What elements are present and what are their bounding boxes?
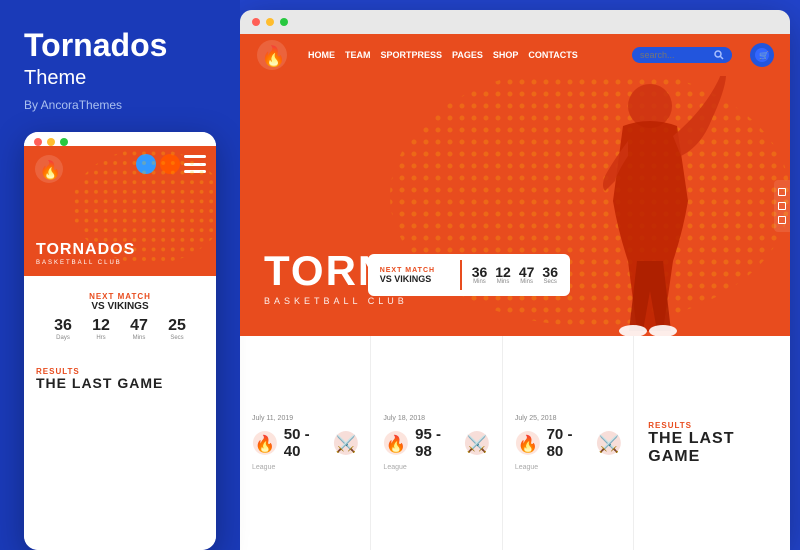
mobile-countdown: 36 Days 12 Hrs 47 Mins 25 Secs — [44, 318, 196, 341]
left-panel: Tornados Theme By AncoraThemes 🔥 — [0, 0, 240, 550]
nav-sportpress[interactable]: SPORTPRESS — [381, 50, 443, 60]
mobile-hero: 🔥 TORNADOS BASKE — [24, 146, 216, 276]
dot-yellow — [47, 138, 55, 146]
side-dot-2 — [778, 202, 786, 210]
rlc-label: RESULTS — [648, 421, 776, 430]
mobile-hero-sub: BASKETBALL CLUB — [36, 260, 204, 266]
mobile-count-secs: 25 Secs — [168, 318, 186, 341]
rc-score-1: 50 - 40 — [284, 426, 327, 460]
hnm-count-0: 36 Mins — [472, 265, 488, 285]
desktop-nav-items: HOME TEAM SPORTPRESS PAGES SHOP CONTACTS — [308, 50, 620, 60]
hnm-text: NEXT MATCH VS VIKINGS — [380, 267, 450, 284]
rc-date-1: July 11, 2019 — [252, 415, 358, 422]
dt-dot-red — [252, 18, 260, 26]
desktop-search[interactable] — [632, 47, 732, 63]
rc-score-row-1: 🔥 50 - 40 ⚔️ — [252, 426, 358, 460]
side-dot-1 — [778, 188, 786, 196]
result-card-2: July 18, 2018 🔥 95 - 98 ⚔️ League — [371, 336, 502, 550]
search-input[interactable] — [640, 50, 710, 60]
mobile-menu-icon[interactable] — [184, 155, 206, 173]
mobile-flame-logo: 🔥 — [34, 154, 64, 184]
hnm-vs: VS VIKINGS — [380, 274, 450, 284]
desktop-nav: 🔥 HOME TEAM SPORTPRESS PAGES SHOP CONTAC… — [240, 34, 790, 76]
brand-by: By AncoraThemes — [24, 98, 216, 112]
mobile-results-title: THE LAST GAME — [36, 376, 204, 391]
svg-text:🔥: 🔥 — [261, 44, 286, 68]
rc-logo-viking-3: ⚔️ — [596, 429, 622, 457]
svg-text:🔥: 🔥 — [518, 434, 539, 453]
side-dots — [774, 180, 790, 232]
desktop-browser-content: 🔥 HOME TEAM SPORTPRESS PAGES SHOP CONTAC… — [240, 34, 790, 550]
result-card-3: July 25, 2018 🔥 70 - 80 ⚔️ League — [503, 336, 634, 550]
nav-contacts[interactable]: CONTACTS — [528, 50, 577, 60]
mobile-top-bar — [24, 132, 216, 146]
hero-player — [550, 76, 750, 336]
desktop-hero: TORNADOS BASKETBALL CLUB NEXT MATCH VS V… — [240, 76, 790, 336]
brand-title: Tornados — [24, 28, 216, 63]
rc-category-3: League — [515, 464, 621, 471]
svg-text:🔥: 🔥 — [255, 434, 276, 453]
rc-score-row-3: 🔥 70 - 80 ⚔️ — [515, 426, 621, 460]
mobile-icon-orange — [160, 154, 180, 174]
svg-text:🔥: 🔥 — [39, 159, 61, 180]
rc-score-2: 95 - 98 — [415, 426, 458, 460]
nav-home[interactable]: HOME — [308, 50, 335, 60]
dt-dot-yellow — [266, 18, 274, 26]
rc-logo-viking-1: ⚔️ — [333, 429, 359, 457]
mobile-count-hrs: 12 Hrs — [92, 318, 110, 341]
desktop-results-row: July 11, 2019 🔥 50 - 40 ⚔️ League — [240, 336, 790, 550]
mobile-hero-icons — [136, 154, 206, 174]
rc-date-3: July 25, 2018 — [515, 415, 621, 422]
hero-subtitle: BASKETBALL CLUB — [264, 296, 520, 306]
mobile-vs: VS VIKINGS — [44, 301, 196, 312]
rc-category-2: League — [383, 464, 489, 471]
result-card-1: July 11, 2019 🔥 50 - 40 ⚔️ League — [240, 336, 371, 550]
mobile-results: RESULTS THE LAST GAME — [24, 357, 216, 550]
rc-category-1: League — [252, 464, 358, 471]
svg-text:⚔️: ⚔️ — [598, 434, 619, 453]
desktop-flame-logo: 🔥 — [256, 39, 288, 71]
hero-next-match-bar: NEXT MATCH VS VIKINGS 36 Mins 12 Mins 47 — [368, 254, 570, 296]
rc-logo-flame-3: 🔥 — [515, 429, 541, 457]
rc-logo-flame-1: 🔥 — [252, 429, 278, 457]
nav-shop[interactable]: SHOP — [493, 50, 519, 60]
mobile-next-match: NEXT MATCH VS VIKINGS 36 Days 12 Hrs 47 … — [34, 284, 206, 349]
hnm-countdown: 36 Mins 12 Mins 47 Mins 36 Secs — [472, 265, 558, 285]
hnm-count-3: 36 Secs — [542, 265, 558, 285]
dt-dot-green — [280, 18, 288, 26]
mobile-hero-title: TORNADOS — [36, 242, 204, 258]
mobile-count-mins: 47 Mins — [130, 318, 148, 341]
svg-text:⚔️: ⚔️ — [467, 434, 488, 453]
rc-logo-flame-2: 🔥 — [383, 429, 409, 457]
nav-team[interactable]: TEAM — [345, 50, 371, 60]
svg-text:🛒: 🛒 — [759, 50, 769, 60]
mobile-mockup: 🔥 TORNADOS BASKE — [24, 132, 216, 550]
mobile-icon-blue — [136, 154, 156, 174]
mobile-count-days: 36 Days — [54, 318, 72, 341]
hnm-divider — [460, 260, 462, 290]
rc-logo-viking-2: ⚔️ — [464, 429, 490, 457]
search-icon — [714, 50, 724, 60]
rc-date-2: July 18, 2018 — [383, 415, 489, 422]
side-dot-3 — [778, 216, 786, 224]
cart-icon[interactable]: 🛒 — [750, 43, 774, 67]
dot-green — [60, 138, 68, 146]
mobile-next-label: NEXT MATCH — [44, 292, 196, 301]
brand-subtitle: Theme — [24, 67, 216, 90]
hnm-count-2: 47 Mins — [519, 265, 535, 285]
rlc-title: THE LAST GAME — [648, 430, 776, 465]
mobile-hero-text: TORNADOS BASKETBALL CLUB — [36, 242, 204, 266]
nav-pages[interactable]: PAGES — [452, 50, 483, 60]
result-last-card: RESULTS THE LAST GAME — [634, 336, 790, 550]
rc-score-row-2: 🔥 95 - 98 ⚔️ — [383, 426, 489, 460]
dot-red — [34, 138, 42, 146]
rc-score-3: 70 - 80 — [547, 426, 590, 460]
hnm-count-1: 12 Mins — [495, 265, 511, 285]
desktop-top-bar — [240, 10, 790, 34]
hnm-label: NEXT MATCH — [380, 267, 450, 274]
svg-text:🔥: 🔥 — [386, 434, 407, 453]
svg-text:⚔️: ⚔️ — [335, 434, 356, 453]
right-panel: 🔥 HOME TEAM SPORTPRESS PAGES SHOP CONTAC… — [240, 10, 790, 550]
